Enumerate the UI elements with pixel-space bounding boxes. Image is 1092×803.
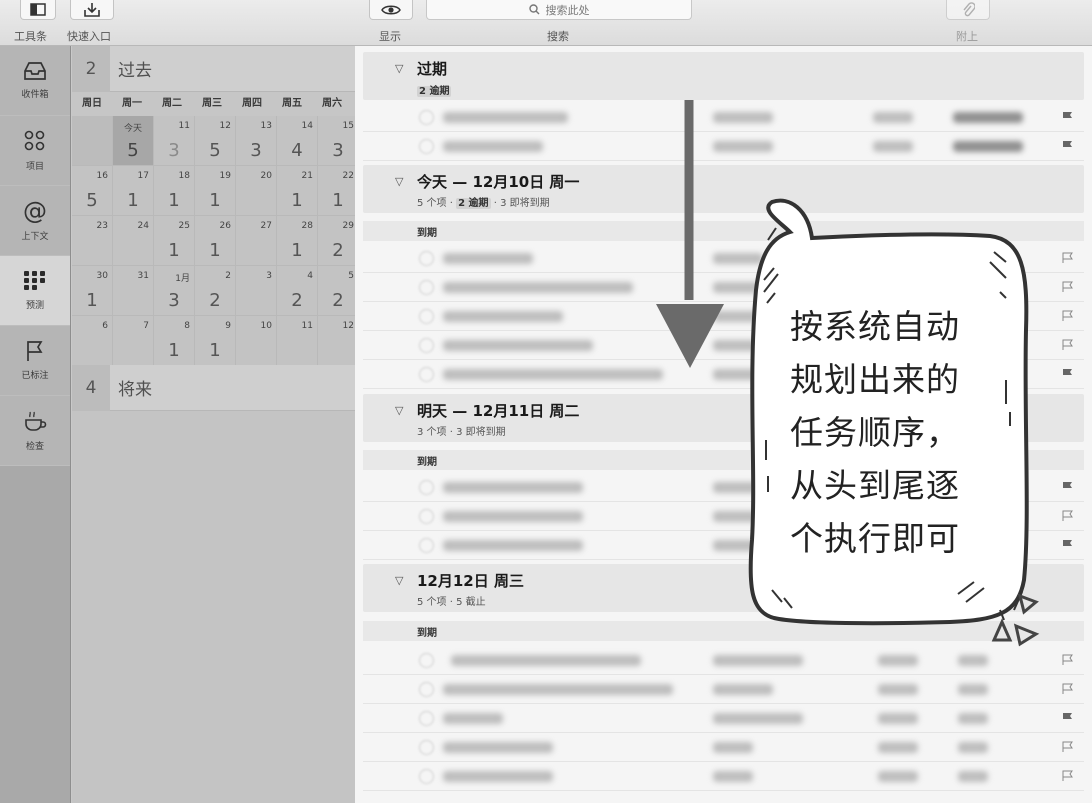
annotation-line: 从头到尾逐 (790, 466, 960, 505)
annotation-line: 规划出来的 (790, 360, 960, 399)
annotation-line: 按系统自动 (790, 307, 960, 346)
annotation-text: 按系统自动 规划出来的 任务顺序， 从头到尾逐 个执行即可 (790, 300, 1000, 565)
annotation-line: 个执行即可 (790, 519, 960, 558)
annotation-line: 任务顺序， (790, 413, 960, 452)
